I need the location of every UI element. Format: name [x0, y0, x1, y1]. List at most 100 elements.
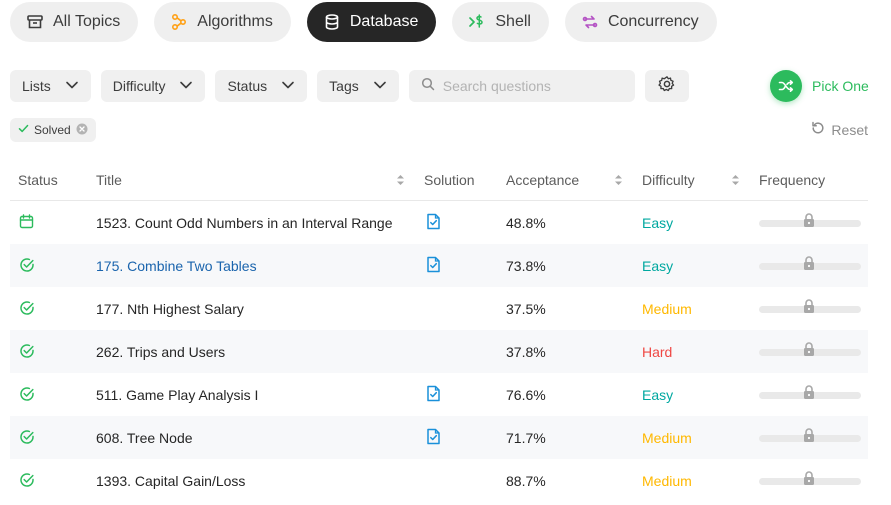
pick-one-button[interactable]: Pick One — [770, 70, 869, 102]
column-title[interactable]: Title — [96, 172, 122, 188]
acceptance-rate: 48.8% — [506, 215, 546, 231]
solution-icon[interactable] — [426, 256, 441, 276]
tag-label: Solved — [34, 123, 71, 137]
table-body: 1523. Count Odd Numbers in an Interval R… — [10, 201, 868, 502]
problem-title-link[interactable]: 1393. Capital Gain/Loss — [96, 473, 245, 489]
status-label: Status — [227, 78, 268, 94]
table-row[interactable]: 1523. Count Odd Numbers in an Interval R… — [10, 201, 868, 244]
reset-button[interactable]: Reset — [811, 121, 868, 138]
problem-title-link[interactable]: 1523. Count Odd Numbers in an Interval R… — [96, 215, 393, 231]
lock-icon — [801, 341, 817, 360]
topic-all-topics[interactable]: All Topics — [10, 2, 139, 42]
topic-label: Algorithms — [197, 13, 273, 30]
column-solution: Solution — [424, 172, 475, 188]
chevron-down-icon — [179, 78, 193, 95]
solved-filter-tag[interactable]: Solved — [10, 118, 96, 142]
table-row[interactable]: 177. Nth Highest Salary 37.5% Medium — [10, 287, 868, 330]
lock-icon — [801, 427, 817, 446]
sort-icon[interactable] — [614, 173, 623, 190]
lock-icon — [801, 212, 817, 231]
frequency-bar[interactable] — [759, 427, 861, 447]
tags-dropdown[interactable]: Tags — [317, 70, 399, 102]
acceptance-rate: 71.7% — [506, 430, 546, 446]
check-icon — [18, 123, 29, 137]
topic-label: Shell — [495, 13, 531, 30]
remove-tag-icon[interactable] — [76, 123, 88, 138]
column-difficulty[interactable]: Difficulty — [642, 172, 695, 188]
shuffle-icon — [770, 70, 802, 102]
difficulty-label: Easy — [642, 258, 674, 274]
topic-label: All Topics — [53, 13, 121, 30]
frequency-bar[interactable] — [759, 341, 861, 361]
frequency-bar[interactable] — [759, 385, 861, 404]
column-status: Status — [18, 172, 58, 188]
check-icon — [19, 429, 35, 448]
table-header: Status Title Solution Acceptance Difficu… — [10, 158, 868, 201]
difficulty-label: Easy — [642, 387, 674, 403]
table-row[interactable]: 511. Game Play Analysis I 76.6% Easy — [10, 373, 868, 416]
table-row[interactable]: 175. Combine Two Tables 73.8% Easy — [10, 244, 868, 287]
lists-label: Lists — [22, 78, 51, 94]
topic-concurrency[interactable]: Concurrency — [564, 2, 717, 42]
problem-table: Status Title Solution Acceptance Difficu… — [10, 158, 868, 502]
frequency-bar[interactable] — [759, 212, 861, 232]
problem-title-link[interactable]: 175. Combine Two Tables — [96, 258, 257, 274]
tags-label: Tags — [329, 78, 359, 94]
problem-title-link[interactable]: 608. Tree Node — [96, 430, 193, 446]
table-row[interactable]: 608. Tree Node 71.7% Medium — [10, 416, 868, 459]
difficulty-label: Medium — [642, 301, 692, 317]
check-icon — [19, 343, 35, 362]
difficulty-label: Easy — [642, 215, 674, 231]
topic-bar: All Topics Algorithms Database Shell Con… — [10, 2, 717, 42]
check-icon — [19, 300, 35, 319]
acceptance-rate: 73.8% — [506, 258, 546, 274]
calendar-icon — [19, 214, 34, 232]
lock-icon — [801, 255, 817, 274]
settings-button[interactable] — [644, 70, 689, 102]
acceptance-rate: 76.6% — [506, 387, 546, 403]
lists-dropdown[interactable]: Lists — [10, 70, 91, 102]
topic-algorithms[interactable]: Algorithms — [154, 2, 291, 42]
chevron-down-icon — [373, 78, 387, 95]
problem-title-link[interactable]: 177. Nth Highest Salary — [96, 301, 244, 317]
frequency-bar[interactable] — [759, 255, 861, 275]
search-icon — [421, 77, 435, 96]
solution-icon[interactable] — [426, 385, 441, 405]
algorithms-icon — [170, 13, 188, 31]
topic-database[interactable]: Database — [306, 2, 437, 42]
archive-icon — [26, 13, 44, 31]
chevron-down-icon — [65, 78, 79, 95]
solution-icon[interactable] — [426, 428, 441, 448]
solution-icon[interactable] — [426, 213, 441, 233]
difficulty-dropdown[interactable]: Difficulty — [100, 70, 206, 102]
difficulty-label: Medium — [642, 473, 692, 489]
gear-icon — [658, 75, 676, 98]
sort-icon[interactable] — [731, 173, 740, 190]
status-dropdown[interactable]: Status — [215, 70, 308, 102]
problem-title-link[interactable]: 511. Game Play Analysis I — [96, 387, 258, 403]
topic-shell[interactable]: Shell — [452, 2, 549, 42]
check-icon — [19, 472, 35, 491]
frequency-bar[interactable] — [759, 299, 861, 318]
reset-label: Reset — [831, 121, 868, 138]
acceptance-rate: 88.7% — [506, 473, 546, 489]
filter-bar: Lists Difficulty Status Tags — [10, 70, 689, 102]
concurrency-icon — [581, 13, 599, 31]
acceptance-rate: 37.5% — [506, 301, 546, 317]
problem-title-link[interactable]: 262. Trips and Users — [96, 344, 225, 360]
frequency-bar[interactable] — [759, 470, 861, 490]
search-box — [408, 70, 635, 102]
search-input[interactable] — [442, 78, 623, 94]
difficulty-label: Medium — [642, 430, 692, 446]
check-icon — [19, 257, 35, 276]
topic-label: Database — [349, 13, 419, 30]
table-row[interactable]: 1393. Capital Gain/Loss 88.7% Medium — [10, 459, 868, 502]
reset-icon — [811, 121, 825, 138]
table-row[interactable]: 262. Trips and Users 37.8% Hard — [10, 330, 868, 373]
column-acceptance[interactable]: Acceptance — [506, 172, 579, 188]
lock-icon — [801, 470, 817, 489]
sort-icon[interactable] — [396, 173, 405, 190]
shell-icon — [468, 13, 486, 31]
difficulty-label: Hard — [642, 344, 673, 360]
pick-one-label: Pick One — [812, 78, 869, 94]
